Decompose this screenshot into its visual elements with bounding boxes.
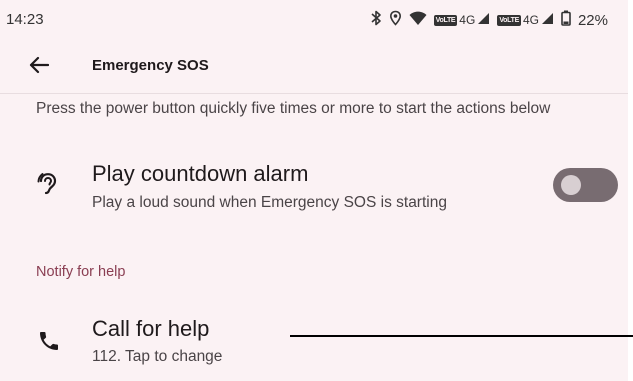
toggle-knob <box>561 175 581 195</box>
battery-icon <box>561 10 571 30</box>
back-button[interactable] <box>22 50 56 84</box>
app-bar: Emergency SOS <box>0 44 628 88</box>
signal-icon <box>541 12 554 28</box>
network-type-label: 4G <box>522 13 539 27</box>
alarm-title: Play countdown alarm <box>92 161 309 186</box>
battery-percent: 22% <box>577 11 608 29</box>
countdown-alarm-toggle[interactable] <box>553 168 618 202</box>
alarm-subtitle: Play a loud sound when Emergency SOS is … <box>92 194 447 211</box>
phone-icon <box>34 326 64 356</box>
wifi-icon <box>409 11 427 30</box>
network-1: VoLTE 4G <box>433 12 491 28</box>
overlay-line <box>290 335 633 337</box>
call-subtitle: 112. Tap to change <box>92 348 223 365</box>
volte-badge: VoLTE <box>433 14 458 26</box>
emergency-sos-screen: 14:23 VoLTE 4G VoLTE 4G 22% Emergency SO… <box>0 0 628 381</box>
status-bar: 14:23 VoLTE 4G VoLTE 4G 22% <box>0 0 628 40</box>
call-for-help-row[interactable]: Call for help 112. Tap to change <box>0 310 628 372</box>
hearing-icon <box>34 169 64 199</box>
bluetooth-icon <box>370 10 382 30</box>
network-type-label: 4G <box>459 13 476 27</box>
play-countdown-alarm-row[interactable]: Play countdown alarm Play a loud sound w… <box>0 155 628 225</box>
location-icon <box>389 10 402 30</box>
signal-icon <box>477 12 490 28</box>
call-title: Call for help <box>92 316 210 341</box>
status-time: 14:23 <box>6 11 44 28</box>
arrow-back-icon <box>29 56 50 79</box>
network-2: VoLTE 4G <box>497 12 554 28</box>
status-icons: VoLTE 4G VoLTE 4G 22% <box>370 10 608 30</box>
page-title: Emergency SOS <box>92 57 209 74</box>
intro-text: Press the power button quickly five time… <box>36 100 551 117</box>
notify-section-header: Notify for help <box>36 264 126 280</box>
volte-badge: VoLTE <box>497 14 521 26</box>
divider <box>0 93 628 94</box>
